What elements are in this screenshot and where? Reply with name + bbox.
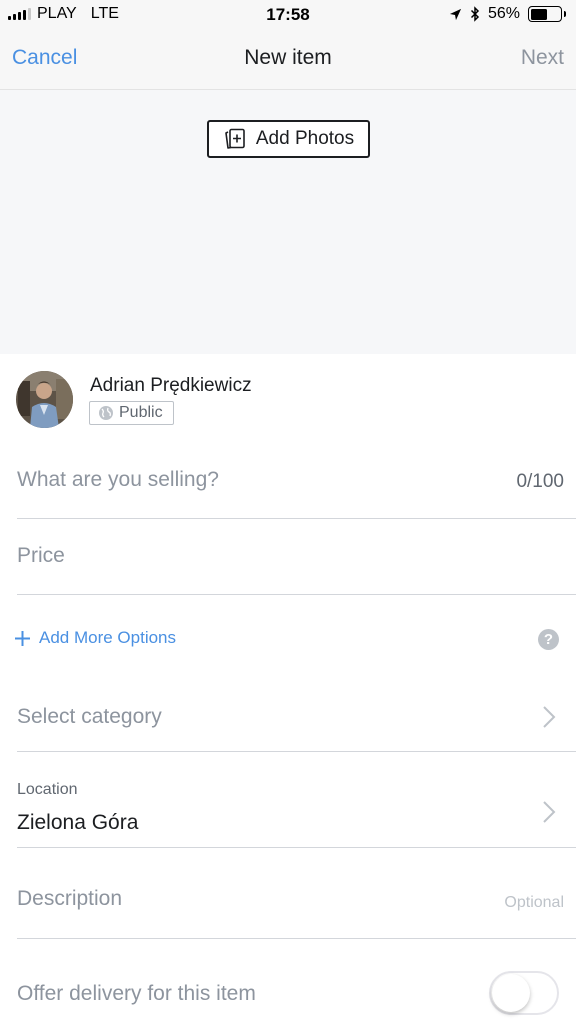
add-more-options-label: Add More Options: [39, 628, 177, 647]
add-photos-label: Add Photos: [255, 128, 355, 149]
delivery-label: Offer delivery for this item: [17, 982, 256, 1005]
price-input[interactable]: Price: [17, 544, 65, 568]
toggle-knob: [492, 974, 530, 1012]
title-field[interactable]: What are you selling? 0/100: [0, 444, 576, 519]
privacy-label: Public: [119, 404, 163, 421]
description-field[interactable]: Description Optional: [0, 848, 576, 938]
add-photo-icon: [225, 128, 245, 149]
chevron-right-icon: [543, 706, 556, 728]
delivery-toggle[interactable]: [489, 971, 559, 1015]
next-button[interactable]: Next: [521, 46, 564, 70]
help-icon[interactable]: ?: [538, 629, 559, 650]
battery-percent: 56%: [487, 5, 520, 22]
location-selector[interactable]: Location Zielona Góra: [0, 752, 576, 847]
category-placeholder: Select category: [17, 705, 162, 728]
price-field[interactable]: Price: [0, 519, 576, 594]
delivery-option: Offer delivery for this item: [0, 939, 576, 1024]
plus-icon: [15, 630, 30, 646]
title-input[interactable]: What are you selling?: [17, 468, 219, 492]
add-photos-button[interactable]: Add Photos: [207, 120, 370, 158]
optional-hint: Optional: [504, 894, 564, 911]
globe-icon: [99, 406, 113, 420]
bluetooth-icon: [470, 6, 480, 22]
battery-icon: [528, 6, 566, 22]
status-bar: PLAY LTE 17:58 56%: [0, 0, 576, 32]
location-value: Zielona Góra: [17, 811, 139, 834]
avatar: [16, 371, 73, 428]
add-more-options-button[interactable]: Add More Options: [14, 628, 176, 648]
seller-name: Adrian Prędkiewicz: [90, 375, 252, 396]
chevron-right-icon: [543, 801, 556, 823]
status-right: 56%: [449, 5, 566, 23]
privacy-selector[interactable]: Public: [89, 401, 174, 425]
location-arrow-icon: [449, 8, 462, 20]
seller-info: Adrian Prędkiewicz Public: [0, 354, 576, 444]
page-title: New item: [244, 46, 332, 69]
category-selector[interactable]: Select category: [0, 680, 576, 752]
location-label: Location: [17, 781, 78, 798]
description-input[interactable]: Description: [17, 887, 122, 911]
battery-fill: [530, 8, 547, 20]
photo-area[interactable]: Add Photos: [0, 90, 576, 354]
nav-bar: Cancel New item Next: [0, 32, 576, 90]
divider: [17, 594, 576, 595]
character-counter: 0/100: [516, 471, 564, 492]
